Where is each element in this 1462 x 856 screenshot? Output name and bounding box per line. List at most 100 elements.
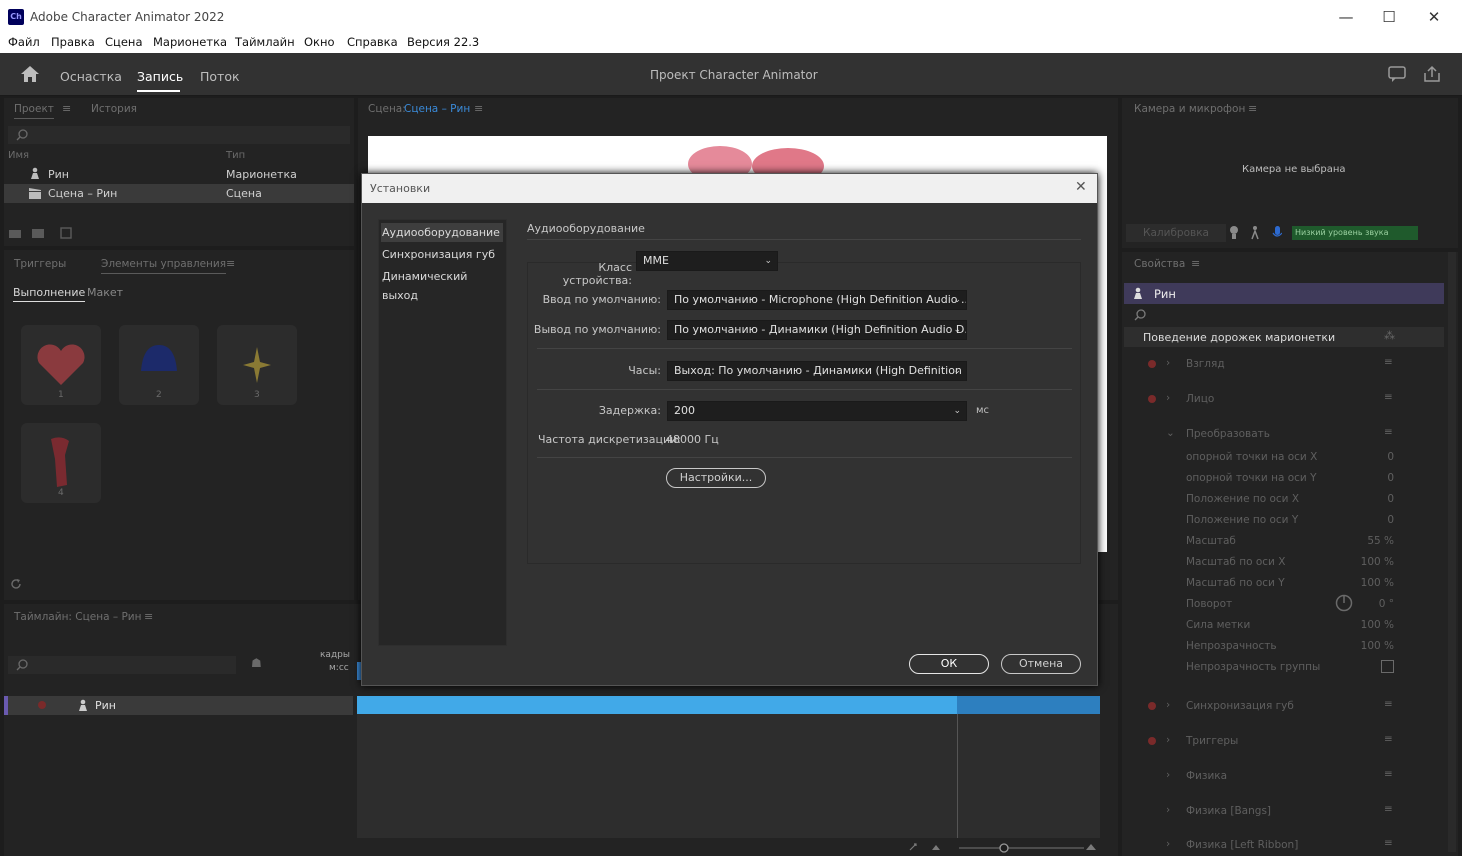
behavior-menu-icon[interactable]: ≡ (1384, 837, 1393, 849)
column-name[interactable]: Имя (8, 150, 29, 161)
prop-value[interactable]: 100 % (1334, 619, 1394, 631)
expand-chevron-icon[interactable]: › (1166, 699, 1170, 711)
scene-name[interactable]: Сцена – Рин (404, 103, 470, 115)
timeline-menu-icon[interactable]: ≡ (144, 610, 153, 623)
minimize-button[interactable]: — (1326, 6, 1366, 28)
menu-file[interactable]: Файл (8, 33, 40, 49)
calibration-button[interactable]: Калибровка (1126, 224, 1226, 242)
settings-button[interactable]: Настройки... (666, 468, 766, 488)
column-type[interactable]: Тип (226, 150, 245, 161)
behavior-menu-icon[interactable]: ≡ (1384, 356, 1393, 368)
menu-help[interactable]: Справка (347, 33, 398, 49)
expand-chevron-icon[interactable]: › (1166, 838, 1170, 850)
prop-value[interactable]: 0 (1334, 514, 1394, 526)
subtab-layout[interactable]: Макет (87, 286, 123, 299)
project-row[interactable]: Сцена – Рин Сцена (4, 184, 354, 203)
menu-puppet[interactable]: Марионетка (153, 33, 227, 49)
project-search-input[interactable] (8, 126, 350, 144)
behavior-gaze[interactable]: Взгляд (1186, 358, 1225, 370)
trigger-button[interactable]: 3 (217, 325, 297, 405)
project-toolbar-icons[interactable] (8, 226, 72, 240)
prop-value[interactable]: 0 ° (1334, 598, 1394, 610)
record-dot-icon[interactable] (1148, 737, 1156, 745)
track-filter-icon[interactable]: ☗ (251, 656, 262, 670)
tab-triggers[interactable]: Триггеры (14, 258, 66, 270)
behavior-transform[interactable]: Преобразовать (1186, 428, 1270, 440)
tab-history[interactable]: История (91, 103, 137, 115)
behavior-menu-icon[interactable]: ≡ (1384, 391, 1393, 403)
behavior-triggers[interactable]: Триггеры (1186, 735, 1238, 747)
project-menu-icon[interactable]: ≡ (62, 102, 71, 115)
category-lip-sync[interactable]: Синхронизация губ (381, 245, 503, 264)
subtab-perform[interactable]: Выполнение (13, 286, 86, 302)
group-opacity-checkbox[interactable] (1381, 660, 1394, 673)
menu-timeline[interactable]: Таймлайн (235, 33, 295, 49)
behavior-menu-icon[interactable]: ≡ (1384, 698, 1393, 710)
tab-record[interactable]: Запись (137, 69, 183, 84)
track-row[interactable]: Рин (4, 696, 353, 715)
record-dot-icon[interactable] (1148, 702, 1156, 710)
tab-rig[interactable]: Оснастка (60, 69, 122, 84)
behavior-physics-left-ribbon[interactable]: Физика [Left Ribbon] (1186, 839, 1298, 851)
menu-edit[interactable]: Правка (51, 33, 95, 49)
dialog-close-icon[interactable]: ✕ (1075, 179, 1087, 195)
record-dot-icon[interactable] (1148, 395, 1156, 403)
prop-value[interactable]: 0 (1334, 472, 1394, 484)
expand-chevron-icon[interactable]: › (1166, 734, 1170, 746)
record-dot-icon[interactable] (1148, 360, 1156, 368)
expand-chevron-icon[interactable]: › (1166, 769, 1170, 781)
behavior-menu-icon[interactable]: ≡ (1384, 733, 1393, 745)
camera-menu-icon[interactable]: ≡ (1248, 102, 1257, 115)
prop-value[interactable]: 0 (1334, 493, 1394, 505)
timecode-mss-label[interactable]: м:сс (329, 663, 349, 673)
behavior-menu-icon[interactable]: ≡ (1384, 426, 1393, 438)
share-icon[interactable] (1423, 65, 1441, 83)
ok-button[interactable]: ОК (909, 654, 989, 674)
prop-value[interactable]: 55 % (1334, 535, 1394, 547)
properties-scrollbar[interactable] (1448, 252, 1456, 852)
timecode-frames-label[interactable]: кадры (320, 650, 350, 660)
cancel-button[interactable]: Отмена (1001, 654, 1081, 674)
project-row[interactable]: Рин Марионетка (4, 164, 354, 183)
prop-value[interactable]: 0 (1334, 451, 1394, 463)
expand-chevron-icon[interactable]: › (1166, 357, 1170, 369)
trigger-button[interactable]: 4 (21, 423, 101, 503)
add-behavior-icon[interactable]: ⁂ (1384, 329, 1395, 342)
track-bar-tail[interactable] (957, 696, 1100, 714)
maximize-button[interactable]: ☐ (1369, 6, 1409, 28)
behavior-physics-bangs[interactable]: Физика [Bangs] (1186, 805, 1271, 817)
search-icon[interactable] (1134, 309, 1146, 321)
behavior-menu-icon[interactable]: ≡ (1384, 803, 1393, 815)
scene-menu-icon[interactable]: ≡ (474, 102, 483, 115)
timeline-track-area[interactable] (357, 714, 1100, 838)
timeline-zoom-controls[interactable] (904, 838, 1104, 856)
behavior-face[interactable]: Лицо (1186, 393, 1214, 405)
category-dynamic-output[interactable]: Динамический выход (381, 267, 503, 302)
home-icon[interactable] (20, 65, 40, 83)
clock-select[interactable]: Выход: По умолчанию - Динамики (High Def… (667, 361, 967, 381)
record-dot-icon[interactable] (38, 701, 46, 709)
menu-window[interactable]: Окно (304, 33, 335, 49)
trigger-button[interactable]: 1 (21, 325, 101, 405)
camera-toggle-icons[interactable] (1228, 225, 1282, 241)
tab-controls[interactable]: Элементы управления (101, 258, 227, 274)
prop-value[interactable]: 100 % (1334, 640, 1394, 652)
refresh-icon[interactable] (10, 578, 22, 590)
device-class-select[interactable]: MME ⌄ (636, 251, 778, 271)
latency-select[interactable]: 200 ⌄ (667, 401, 967, 421)
menu-version[interactable]: Версия 22.3 (407, 33, 479, 49)
tab-project[interactable]: Проект (14, 103, 54, 119)
expand-chevron-icon[interactable]: › (1166, 804, 1170, 816)
tab-stream[interactable]: Поток (200, 69, 240, 84)
menu-scene[interactable]: Сцена (105, 33, 143, 49)
controls-menu-icon[interactable]: ≡ (226, 257, 235, 270)
behavior-lipsync[interactable]: Синхронизация губ (1186, 700, 1294, 712)
close-window-button[interactable]: ✕ (1414, 6, 1454, 28)
default-output-select[interactable]: По умолчанию - Динамики (High Definition… (667, 320, 967, 340)
category-audio-hardware[interactable]: Аудиооборудование (381, 223, 503, 242)
prop-value[interactable]: 100 % (1334, 556, 1394, 568)
collapse-chevron-icon[interactable]: ⌄ (1166, 427, 1175, 439)
behavior-physics[interactable]: Физика (1186, 770, 1227, 782)
properties-menu-icon[interactable]: ≡ (1191, 257, 1200, 270)
chat-icon[interactable] (1388, 66, 1406, 83)
